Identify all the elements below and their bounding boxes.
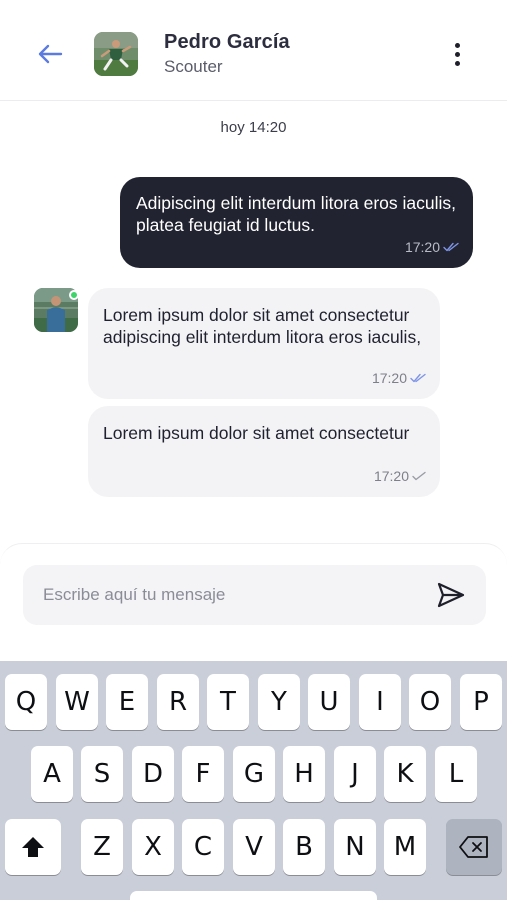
message-text: Adipiscing elit interdum litora eros iac… xyxy=(136,193,456,235)
message-time: 17:20 xyxy=(371,370,407,386)
shift-icon xyxy=(22,837,44,857)
key-u[interactable]: U xyxy=(308,674,350,730)
message-input[interactable] xyxy=(43,565,423,625)
on-screen-keyboard: Q W E R T Y U I O P A S D F G H J K L Z … xyxy=(0,661,507,900)
shift-key[interactable] xyxy=(5,819,61,875)
online-status-indicator xyxy=(69,290,79,300)
backspace-icon xyxy=(459,836,488,858)
message-bubble-incoming[interactable]: Lorem ipsum dolor sit amet consectetur 1… xyxy=(88,406,440,497)
send-icon xyxy=(437,582,465,608)
key-w[interactable]: W xyxy=(56,674,98,730)
key-g[interactable]: G xyxy=(233,746,275,802)
single-check-icon xyxy=(412,471,426,481)
message-text: Lorem ipsum dolor sit amet consectetur a… xyxy=(103,305,422,347)
message-bubble-incoming[interactable]: Lorem ipsum dolor sit amet consectetur a… xyxy=(88,288,440,399)
key-l[interactable]: L xyxy=(435,746,477,802)
date-separator: hoy 14:20 xyxy=(220,119,287,136)
key-r[interactable]: R xyxy=(157,674,199,730)
key-j[interactable]: J xyxy=(334,746,376,802)
send-button[interactable] xyxy=(436,581,466,609)
double-check-icon xyxy=(410,373,426,383)
space-key[interactable] xyxy=(130,891,377,900)
double-check-icon xyxy=(443,242,459,252)
key-n[interactable]: N xyxy=(334,819,376,875)
key-a[interactable]: A xyxy=(31,746,73,802)
key-i[interactable]: I xyxy=(359,674,401,730)
key-f[interactable]: F xyxy=(182,746,224,802)
sender-avatar[interactable] xyxy=(34,288,79,332)
key-y[interactable]: Y xyxy=(258,674,300,730)
key-k[interactable]: K xyxy=(384,746,426,802)
key-t[interactable]: T xyxy=(207,674,249,730)
key-m[interactable]: M xyxy=(384,819,426,875)
avatar[interactable] xyxy=(94,32,138,76)
contact-name: Pedro García xyxy=(164,31,290,53)
key-v[interactable]: V xyxy=(233,819,275,875)
contact-role: Scouter xyxy=(164,57,223,76)
key-p[interactable]: P xyxy=(460,674,502,730)
message-composer xyxy=(23,565,486,625)
chat-header: Pedro García Scouter xyxy=(0,0,507,101)
message-time: 17:20 xyxy=(373,468,409,484)
message-time: 17:20 xyxy=(404,239,440,255)
more-vertical-icon xyxy=(454,42,460,48)
key-b[interactable]: B xyxy=(283,819,325,875)
arrow-left-icon xyxy=(38,44,63,64)
key-c[interactable]: C xyxy=(182,819,224,875)
key-e[interactable]: E xyxy=(106,674,148,730)
message-bubble-outgoing[interactable]: Adipiscing elit interdum litora eros iac… xyxy=(120,177,473,268)
key-o[interactable]: O xyxy=(409,674,451,730)
key-z[interactable]: Z xyxy=(81,819,123,875)
key-x[interactable]: X xyxy=(132,819,174,875)
key-h[interactable]: H xyxy=(283,746,325,802)
more-options-button[interactable] xyxy=(446,38,468,70)
back-button[interactable] xyxy=(32,36,68,72)
message-text: Lorem ipsum dolor sit amet consectetur xyxy=(103,423,410,443)
key-d[interactable]: D xyxy=(132,746,174,802)
backspace-key[interactable] xyxy=(446,819,502,875)
key-q[interactable]: Q xyxy=(5,674,47,730)
key-s[interactable]: S xyxy=(81,746,123,802)
